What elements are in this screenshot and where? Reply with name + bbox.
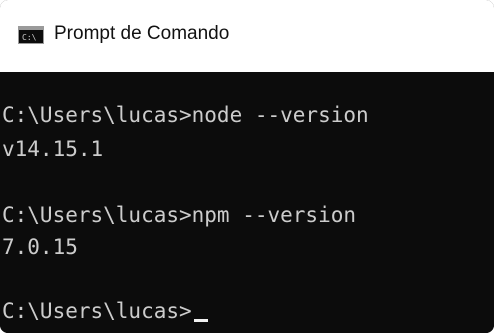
text-cursor — [193, 319, 208, 322]
command-prompt-window: C:\ Prompt de Comando C:\Users\lucas>nod… — [0, 0, 494, 333]
cmd-icon: C:\ — [18, 26, 44, 44]
console-line: C:\Users\lucas>npm --version — [2, 203, 357, 227]
console-output[interactable]: C:\Users\lucas>node --version v14.15.1 C… — [0, 72, 494, 333]
console-line: 7.0.15 — [2, 235, 78, 259]
window-title: Prompt de Comando — [54, 23, 230, 44]
title-bar[interactable]: C:\ Prompt de Comando — [0, 0, 494, 72]
console-line: C:\Users\lucas>node --version — [2, 103, 369, 127]
console-prompt: C:\Users\lucas> — [2, 299, 192, 323]
svg-text:C:\: C:\ — [22, 33, 37, 42]
console-line: v14.15.1 — [2, 137, 104, 161]
console-prompt-line[interactable]: C:\Users\lucas> — [2, 298, 208, 324]
